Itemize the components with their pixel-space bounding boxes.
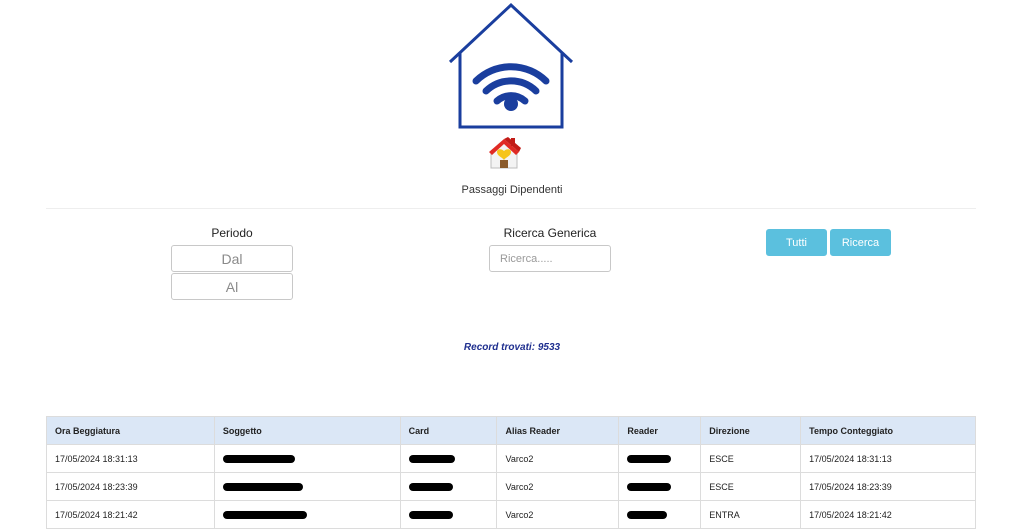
redacted-card [408, 483, 453, 492]
cell-alias-reader: Varco2 [496, 500, 620, 529]
redacted-card [408, 511, 453, 520]
from-date-input[interactable] [171, 245, 293, 272]
table-row[interactable]: 17/05/2024 18:21:42 Varco2 ENTRA 17/05/2… [46, 500, 976, 529]
redacted-soggetto [222, 511, 307, 520]
record-count: Record trovati: 9533 [463, 342, 561, 353]
column-header-alias-reader[interactable]: Alias Reader [496, 416, 620, 445]
cell-reader [618, 500, 702, 529]
cell-alias-reader: Varco2 [496, 472, 620, 501]
column-header-tempo-conteggiato[interactable]: Tempo Conteggiato [800, 416, 976, 445]
period-label: Periodo [211, 226, 253, 240]
table-row[interactable]: 17/05/2024 18:31:13 Varco2 ESCE 17/05/20… [46, 444, 976, 473]
cell-card [399, 444, 498, 473]
cell-tempo: 17/05/2024 18:23:39 [800, 472, 976, 501]
cell-alias-reader: Varco2 [496, 444, 620, 473]
cell-direzione: ESCE [700, 444, 802, 473]
column-header-direzione[interactable]: Direzione [700, 416, 802, 445]
cell-soggetto [213, 444, 401, 473]
cell-time: 17/05/2024 18:23:39 [46, 472, 215, 501]
cell-direzione: ENTRA [700, 500, 802, 529]
redacted-card [408, 455, 455, 464]
search-label: Ricerca Generica [503, 226, 597, 240]
home-icon[interactable] [487, 136, 523, 170]
column-header-reader[interactable]: Reader [618, 416, 702, 445]
cell-reader [618, 444, 702, 473]
cell-tempo: 17/05/2024 18:31:13 [800, 444, 976, 473]
search-button[interactable]: Ricerca [830, 229, 891, 256]
results-table: Ora Beggiatura Soggetto Card Alias Reade… [46, 416, 976, 529]
redacted-reader [627, 483, 672, 492]
table-header-row: Ora Beggiatura Soggetto Card Alias Reade… [46, 416, 976, 445]
cell-direzione: ESCE [700, 472, 802, 501]
column-header-ora-beggiatura[interactable]: Ora Beggiatura [46, 416, 215, 445]
all-button[interactable]: Tutti [766, 229, 827, 256]
table-row[interactable]: 17/05/2024 18:23:39 Varco2 ESCE 17/05/20… [46, 472, 976, 501]
cell-time: 17/05/2024 18:31:13 [46, 444, 215, 473]
cell-reader [618, 472, 702, 501]
search-input[interactable] [489, 245, 611, 272]
cell-soggetto [213, 472, 401, 501]
cell-time: 17/05/2024 18:21:42 [46, 500, 215, 529]
cell-card [399, 500, 498, 529]
redacted-reader [627, 511, 668, 520]
cell-tempo: 17/05/2024 18:21:42 [800, 500, 976, 529]
cell-card [399, 472, 498, 501]
redacted-soggetto [222, 483, 303, 492]
redacted-soggetto [222, 455, 295, 464]
redacted-reader [627, 455, 672, 464]
divider [46, 208, 976, 209]
column-header-card[interactable]: Card [399, 416, 498, 445]
page-title: Passaggi Dipendenti [461, 184, 563, 196]
column-header-soggetto[interactable]: Soggetto [213, 416, 401, 445]
house-wifi-icon [448, 2, 574, 130]
cell-soggetto [213, 500, 401, 529]
to-date-input[interactable] [171, 273, 293, 300]
